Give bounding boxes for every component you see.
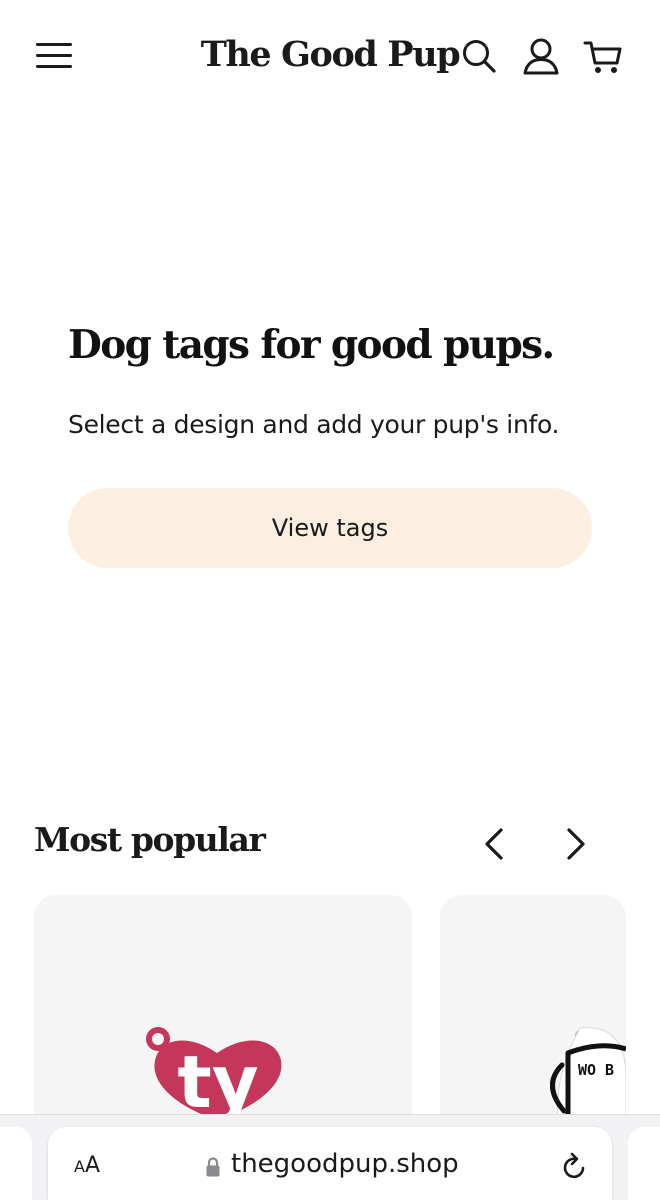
address-bar[interactable]: AA thegoodpup.shop [48, 1127, 612, 1200]
previous-tab[interactable] [0, 1127, 32, 1200]
browser-toolbar: AA thegoodpup.shop [0, 1114, 660, 1200]
tag-text: WO B [578, 1061, 614, 1079]
shopping-cart-icon[interactable] [583, 36, 623, 76]
site-header: The Good Pup [0, 0, 660, 112]
hamburger-menu-icon[interactable] [34, 38, 74, 74]
text-size-button[interactable]: AA [74, 1153, 100, 1178]
brand-logo: The Good Pup [200, 34, 461, 75]
search-icon[interactable] [459, 36, 499, 76]
view-tags-button[interactable]: View tags [68, 488, 592, 568]
next-tab[interactable] [628, 1127, 660, 1200]
user-account-icon[interactable] [521, 36, 561, 76]
heart-tag-image: ty [146, 1027, 282, 1124]
chevron-left-icon[interactable] [473, 822, 517, 866]
reload-icon[interactable] [558, 1151, 590, 1183]
chevron-right-icon[interactable] [553, 822, 597, 866]
tag-text: ty [177, 1040, 258, 1124]
url-text: thegoodpup.shop [231, 1149, 459, 1179]
lock-icon [206, 1157, 220, 1177]
hero-subtitle: Select a design and add your pup's info. [68, 410, 560, 439]
most-popular-title: Most popular [34, 820, 266, 859]
hero-title: Dog tags for good pups. [68, 322, 555, 368]
